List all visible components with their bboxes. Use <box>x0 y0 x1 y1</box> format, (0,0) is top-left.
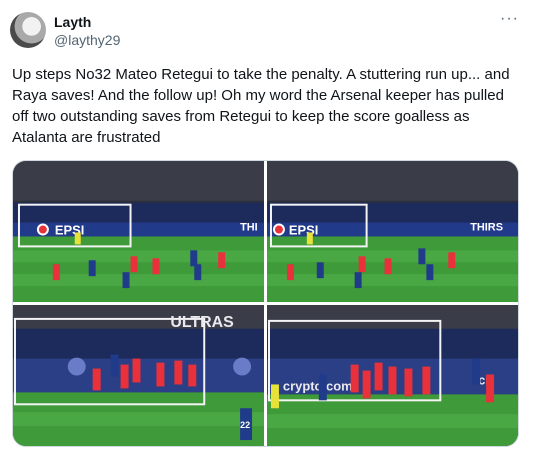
board-right-text: THI <box>240 222 258 234</box>
penalty-photo-1: EPSI THI <box>13 161 264 302</box>
board-right-text: THIRS <box>470 222 503 234</box>
author-handle[interactable]: @laythy29 <box>54 31 120 49</box>
author-display-name[interactable]: Layth <box>54 13 120 31</box>
player-number: 22 <box>240 420 250 430</box>
board-text: crypto.com <box>283 378 353 393</box>
board-text: EPSI <box>289 222 318 237</box>
tweet-text: Up steps No32 Mateo Retegui to take the … <box>12 66 510 146</box>
photo-2[interactable]: EPSI THIRS <box>267 161 518 302</box>
author-names: Layth @laythy29 <box>54 13 120 49</box>
photo-3[interactable]: ULTRAS 22 <box>13 305 264 446</box>
board-text: ULTRAS <box>170 314 233 331</box>
photo-1[interactable]: EPSI THI <box>13 161 264 302</box>
penalty-photo-3: ULTRAS 22 <box>13 305 264 446</box>
more-options-icon[interactable]: ··· <box>500 10 519 28</box>
penalty-photo-4: crypto.com cr <box>267 305 518 446</box>
penalty-photo-2: EPSI THIRS <box>267 161 518 302</box>
photo-4[interactable]: crypto.com cr <box>267 305 518 446</box>
tweet-card: Layth @laythy29 ··· Up steps No32 Mateo … <box>0 0 533 458</box>
avatar[interactable] <box>10 12 46 48</box>
media-grid: EPSI THI EPSI THIRS ULTRAS 22 crypto.com… <box>12 160 519 447</box>
